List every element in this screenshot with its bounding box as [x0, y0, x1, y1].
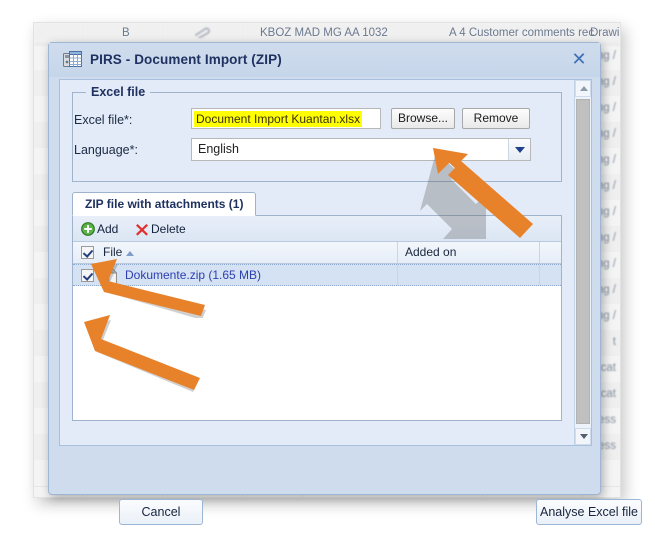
table-row[interactable]: Dokumente.zip (1.65 MB)	[73, 264, 561, 286]
delete-button[interactable]: Delete	[135, 220, 186, 238]
zip-file-icon	[103, 268, 117, 284]
dialog-title: PIRS - Document Import (ZIP)	[90, 52, 282, 67]
remove-button[interactable]: Remove	[462, 108, 530, 129]
tab-zip-file-with-attachments[interactable]: ZIP file with attachments (1)	[72, 192, 256, 216]
delete-button-label: Delete	[151, 222, 186, 236]
dialog-body-panel: Excel file Excel file*: Document Import …	[59, 79, 592, 446]
add-button-label: Add	[97, 222, 118, 236]
browse-button[interactable]: Browse...	[391, 108, 455, 129]
select-all-checkbox[interactable]	[81, 246, 94, 259]
row-checkbox[interactable]	[81, 269, 94, 282]
close-icon[interactable]: ✕	[570, 51, 588, 69]
tab-strip: ZIP file with attachments (1)	[72, 192, 562, 216]
column-header-added-on[interactable]: Added on	[405, 245, 456, 259]
add-button[interactable]: Add	[81, 220, 118, 238]
dialog-scrollbar[interactable]	[574, 80, 591, 445]
scrollbar-thumb[interactable]	[576, 99, 590, 424]
excel-file-input[interactable]: Document Import Kuantan.xlsx	[191, 108, 381, 129]
attachments-grid-panel: Add Delete File Added on	[72, 216, 562, 421]
scroll-up-icon[interactable]	[575, 80, 591, 97]
bg-header-cell-2: A 4 Customer comments rec	[449, 27, 594, 39]
language-selected-value: English	[198, 142, 239, 156]
language-select[interactable]: English	[191, 138, 531, 161]
plus-circle-icon	[81, 222, 95, 236]
bg-header-cell-3: Drawing /	[590, 27, 621, 39]
dialog-title-bar: PIRS - Document Import (ZIP) ✕	[49, 43, 600, 77]
excel-file-legend: Excel file	[86, 85, 150, 99]
sort-ascending-icon	[126, 251, 134, 256]
analyse-excel-file-button[interactable]: Analyse Excel file	[536, 499, 642, 525]
document-import-icon	[63, 51, 82, 69]
column-separator[interactable]	[539, 242, 540, 263]
cancel-button[interactable]: Cancel	[119, 499, 203, 525]
grid-header-row: File Added on	[73, 242, 561, 264]
language-label: Language*:	[74, 143, 138, 157]
cell-separator	[539, 265, 540, 285]
excel-file-value: Document Import Kuantan.xlsx	[194, 111, 362, 127]
cell-separator	[397, 265, 398, 285]
grid-toolbar: Add Delete	[73, 216, 561, 242]
row-file-name[interactable]: Dokumente.zip (1.65 MB)	[125, 268, 261, 282]
scroll-down-icon[interactable]	[575, 428, 591, 445]
excel-file-label: Excel file*:	[74, 113, 132, 127]
bg-header-cell-0: B	[122, 27, 130, 39]
column-header-file[interactable]: File	[103, 245, 122, 259]
bg-header-cell-1: KBOZ MAD MG AA 1032	[260, 27, 388, 39]
document-import-dialog: PIRS - Document Import (ZIP) ✕ Excel fil…	[48, 42, 601, 495]
chevron-down-icon[interactable]	[508, 139, 530, 160]
column-separator[interactable]	[397, 242, 398, 263]
excel-file-fieldset: Excel file	[72, 92, 562, 182]
red-x-icon	[135, 222, 149, 236]
background-row-text: t	[613, 336, 616, 348]
paperclip-icon	[194, 27, 212, 37]
